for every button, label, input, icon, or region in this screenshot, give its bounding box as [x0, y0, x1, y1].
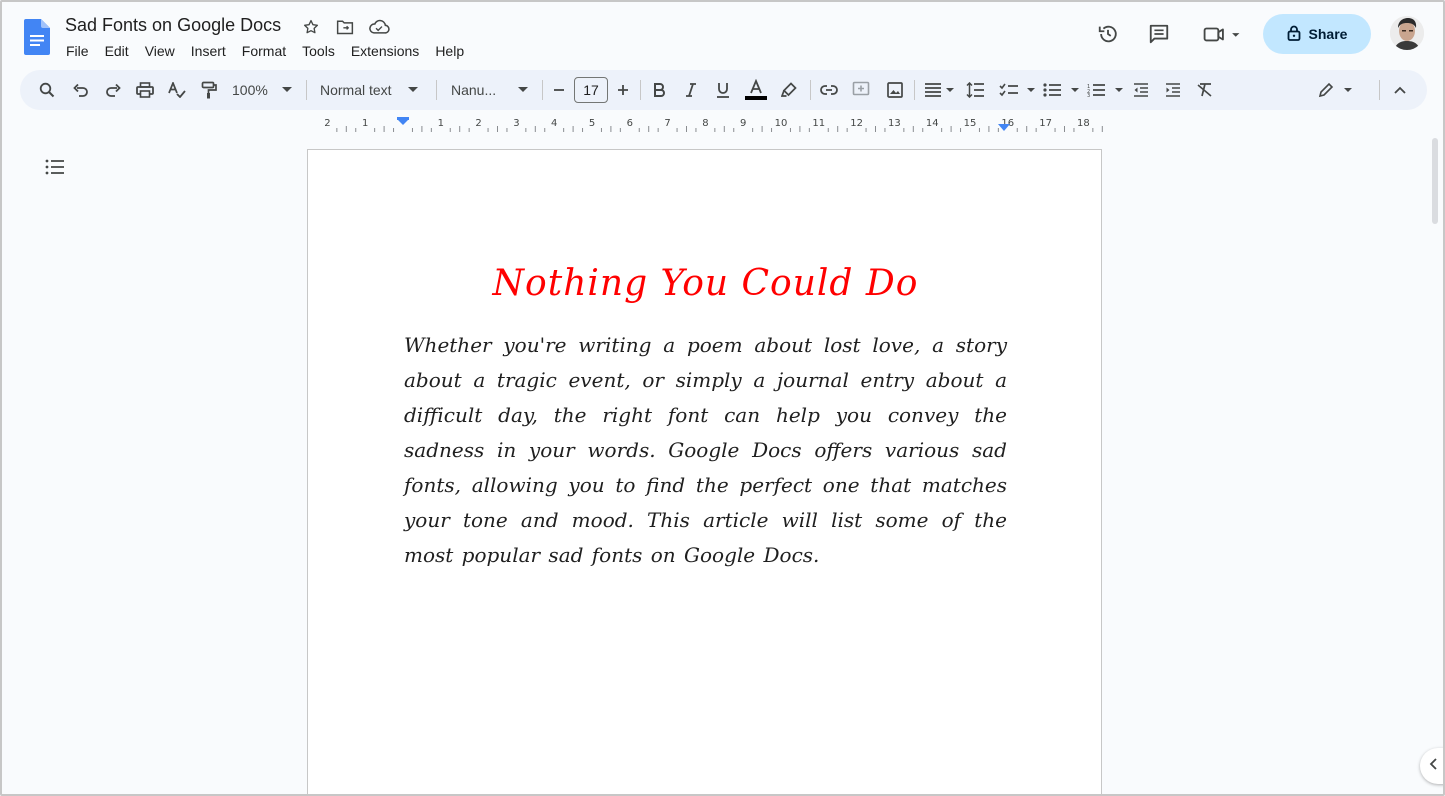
side-panel-toggle[interactable]: [1420, 748, 1443, 784]
star-icon[interactable]: [300, 16, 322, 38]
collapse-icon[interactable]: [1390, 70, 1410, 110]
menu-edit[interactable]: Edit: [97, 40, 137, 62]
document-body-paragraph[interactable]: Whether you're writing a poem about lost…: [404, 328, 1007, 573]
ruler-label: 2: [475, 118, 481, 129]
ruler-label: 8: [702, 118, 708, 129]
menu-insert[interactable]: Insert: [183, 40, 234, 62]
toolbar-divider: [810, 80, 811, 100]
comment-icon[interactable]: [1147, 22, 1171, 46]
docs-logo-icon[interactable]: [24, 19, 50, 55]
ruler-label: 13: [888, 118, 901, 129]
toolbar-divider: [306, 80, 307, 100]
add-comment-icon[interactable]: [850, 70, 872, 110]
menu-extensions[interactable]: Extensions: [343, 40, 427, 62]
ruler[interactable]: 2 1 1 2 3 4 5 6 7 8 9 10 11 12 13 14 15 16 17 18: [307, 114, 1103, 134]
ruler-label: 3: [513, 118, 519, 129]
ruler-label: 2: [324, 118, 330, 129]
share-button[interactable]: Share: [1263, 14, 1371, 54]
app-window: Sad Fonts on Google Docs File Edit View …: [0, 0, 1445, 796]
font-size-input[interactable]: 17: [574, 77, 608, 103]
ruler-label: 5: [589, 118, 595, 129]
text-color-icon[interactable]: [744, 70, 768, 110]
toolbar-divider: [1379, 80, 1380, 100]
bullet-list-icon[interactable]: [1042, 70, 1080, 110]
outline-icon[interactable]: [44, 156, 66, 178]
ruler-label: 12: [850, 118, 863, 129]
ruler-label: 1: [438, 118, 444, 129]
ruler-label: 11: [812, 118, 825, 129]
menu-view[interactable]: View: [137, 40, 183, 62]
ruler-label: 10: [775, 118, 788, 129]
ruler-label: 15: [964, 118, 977, 129]
document-heading[interactable]: Nothing You Could Do: [308, 263, 1103, 304]
ruler-label: 17: [1039, 118, 1052, 129]
first-line-indent-marker[interactable]: [397, 117, 409, 120]
zoom-select[interactable]: 100%: [232, 70, 296, 110]
document-title[interactable]: Sad Fonts on Google Docs: [65, 14, 281, 36]
link-icon[interactable]: [818, 70, 840, 110]
toolbar-divider: [640, 80, 641, 100]
document-page[interactable]: Nothing You Could Do Whether you're writ…: [307, 149, 1103, 794]
lock-icon: [1287, 25, 1301, 44]
ruler-label: 14: [926, 118, 939, 129]
menu-bar: File Edit View Insert Format Tools Exten…: [58, 40, 472, 62]
editing-mode-icon[interactable]: [1316, 70, 1356, 110]
share-label: Share: [1308, 26, 1348, 42]
search-icon[interactable]: [36, 70, 58, 110]
toolbar-divider: [542, 80, 543, 100]
meet-icon[interactable]: [1200, 22, 1244, 46]
menu-format[interactable]: Format: [234, 40, 294, 62]
svg-text:3: 3: [1087, 93, 1090, 97]
checklist-icon[interactable]: [998, 70, 1036, 110]
align-icon[interactable]: [922, 70, 956, 110]
font-family-select[interactable]: Nanu...: [451, 70, 537, 110]
chevron-down-icon: [407, 87, 418, 92]
move-folder-icon[interactable]: [334, 16, 356, 38]
redo-icon[interactable]: [102, 70, 124, 110]
ruler-label: 4: [551, 118, 557, 129]
zoom-value: 100%: [232, 82, 268, 98]
toolbar-divider: [436, 80, 437, 100]
cloud-saved-icon[interactable]: [368, 16, 390, 38]
history-icon[interactable]: [1096, 22, 1120, 46]
paragraph-style-value: Normal text: [320, 82, 392, 98]
highlight-icon[interactable]: [778, 70, 800, 110]
title-actions: [300, 16, 390, 38]
paint-format-icon[interactable]: [198, 70, 220, 110]
line-spacing-icon[interactable]: [964, 70, 986, 110]
menu-tools[interactable]: Tools: [294, 40, 343, 62]
toolbar-divider: [914, 80, 915, 100]
decrease-indent-icon[interactable]: [1130, 70, 1152, 110]
underline-icon[interactable]: [712, 70, 734, 110]
ruler-label: 9: [740, 118, 746, 129]
paragraph-style-select[interactable]: Normal text: [320, 70, 424, 110]
toolbar: 100% Normal text Nanu... 17 1 2 3: [20, 70, 1427, 110]
increase-font-size-button[interactable]: [614, 70, 632, 110]
ruler-label: 7: [664, 118, 670, 129]
print-icon[interactable]: [134, 70, 156, 110]
increase-indent-icon[interactable]: [1162, 70, 1184, 110]
clear-formatting-icon[interactable]: [1194, 70, 1216, 110]
chevron-down-icon: [518, 87, 529, 92]
side-panel-toggle-icon: [1428, 757, 1438, 775]
vertical-scrollbar[interactable]: [1432, 138, 1438, 224]
menu-file[interactable]: File: [58, 40, 97, 62]
undo-icon[interactable]: [70, 70, 92, 110]
font-family-value: Nanu...: [451, 82, 497, 98]
bold-icon[interactable]: [648, 70, 670, 110]
spellcheck-icon[interactable]: [166, 70, 188, 110]
ruler-label: 1: [362, 118, 368, 129]
avatar[interactable]: [1390, 16, 1424, 50]
numbered-list-icon[interactable]: 123: [1086, 70, 1124, 110]
ruler-label: 6: [627, 118, 633, 129]
ruler-label: 18: [1077, 118, 1090, 129]
image-icon[interactable]: [884, 70, 906, 110]
italic-icon[interactable]: [680, 70, 702, 110]
decrease-font-size-button[interactable]: [550, 70, 568, 110]
chevron-down-icon: [281, 87, 292, 92]
menu-help[interactable]: Help: [427, 40, 472, 62]
